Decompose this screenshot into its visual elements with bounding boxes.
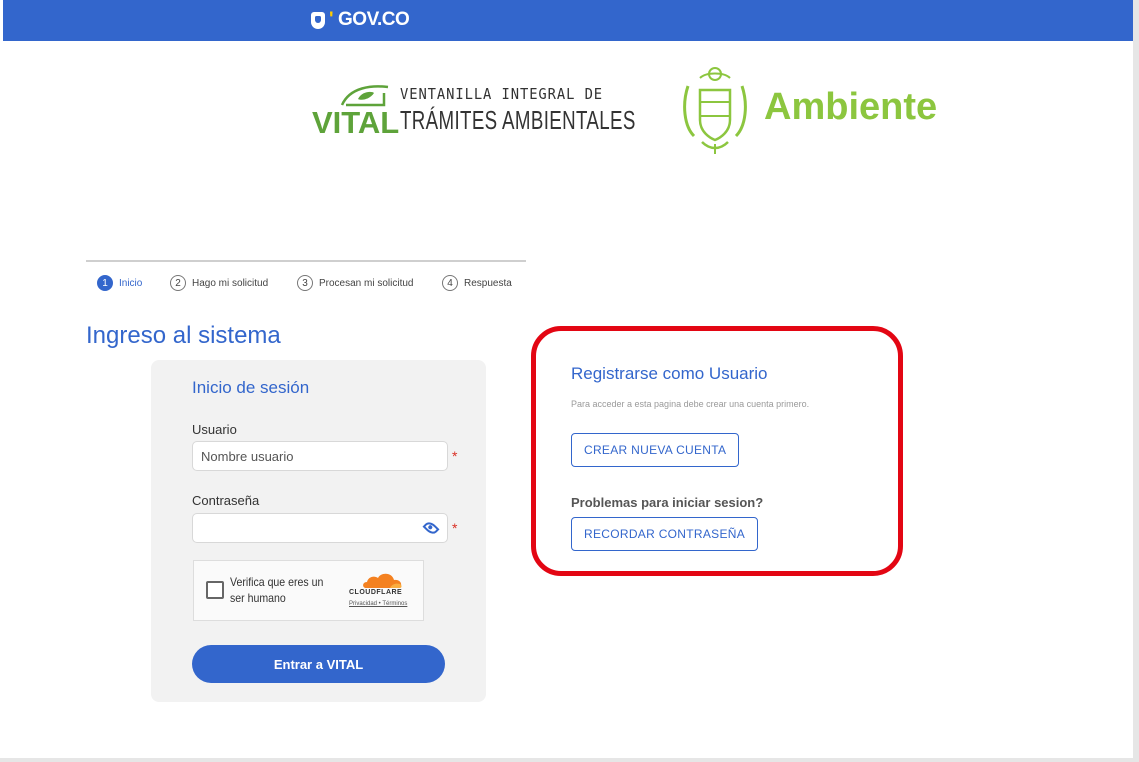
login-submit-button[interactable]: Entrar a VITAL bbox=[192, 645, 445, 683]
step-number: 2 bbox=[170, 275, 186, 291]
step-inicio: 1 Inicio bbox=[97, 275, 142, 291]
register-title: Registrarse como Usuario bbox=[571, 364, 768, 383]
captcha-widget: Verifica que eres un ser humano CLOUDFLA… bbox=[193, 560, 424, 621]
gov-bar: ' GOV.CO bbox=[3, 0, 1133, 41]
captcha-checkbox[interactable] bbox=[206, 581, 224, 599]
username-required-mark: * bbox=[452, 448, 458, 464]
step-procesan-mi-solicitud: 3 Procesan mi solicitud bbox=[297, 275, 413, 291]
password-label: Contraseña bbox=[192, 493, 260, 508]
captcha-text: Verifica que eres un ser humano bbox=[230, 575, 324, 605]
step-label: Procesan mi solicitud bbox=[319, 277, 414, 289]
register-panel: Registrarse como Usuario Para acceder a … bbox=[531, 326, 903, 576]
cloudflare-cloud-icon bbox=[363, 573, 402, 588]
vital-tagline-bottom: TRÁMITES AMBIENTALES bbox=[400, 105, 636, 135]
password-input[interactable] bbox=[192, 513, 448, 543]
leaf-icon bbox=[340, 85, 389, 107]
password-required-mark: * bbox=[452, 520, 458, 536]
login-problem-text: Problemas para iniciar sesion? bbox=[571, 495, 764, 510]
cloudflare-links[interactable]: Privacidad • Términos bbox=[349, 601, 407, 607]
step-label: Hago mi solicitud bbox=[192, 277, 269, 289]
step-number: 1 bbox=[97, 275, 113, 291]
gov-co-logo[interactable]: ' GOV.CO bbox=[311, 9, 410, 31]
username-input[interactable] bbox=[192, 441, 448, 471]
ambiente-logo-text[interactable]: Ambiente bbox=[764, 86, 937, 129]
create-account-button[interactable]: CREAR NUEVA CUENTA bbox=[571, 433, 740, 467]
login-title: Inicio de sesión bbox=[192, 378, 310, 397]
step-number: 3 bbox=[297, 275, 313, 291]
username-label: Usuario bbox=[192, 422, 237, 437]
step-label: Inicio bbox=[119, 277, 143, 289]
cloudflare-brand: CLOUDFLARE bbox=[349, 589, 403, 596]
vital-tagline-top: VENTANILLA INTEGRAL DE bbox=[400, 85, 604, 103]
recover-password-button[interactable]: RECORDAR CONTRASEÑA bbox=[571, 517, 759, 551]
vital-word: VITAL bbox=[312, 105, 400, 140]
colombia-coat-of-arms-icon bbox=[683, 67, 747, 154]
gov-co-text: GOV.CO bbox=[338, 9, 410, 30]
register-subtitle: Para acceder a esta pagina debe crear un… bbox=[571, 399, 810, 409]
step-number: 4 bbox=[442, 275, 458, 291]
tick-mark-icon: ' bbox=[329, 9, 334, 30]
browser-frame: ' GOV.CO VITAL VENTANILLA INTEGRAL DE TR… bbox=[0, 0, 1139, 762]
step-label: Respuesta bbox=[464, 277, 512, 289]
steps-divider bbox=[86, 260, 526, 262]
step-respuesta: 4 Respuesta bbox=[442, 275, 512, 291]
shield-icon bbox=[311, 11, 325, 29]
page-title: Ingreso al sistema bbox=[86, 322, 281, 349]
login-card: Inicio de sesión Usuario * Contraseña * … bbox=[151, 360, 486, 702]
step-hago-mi-solicitud: 2 Hago mi solicitud bbox=[170, 275, 268, 291]
